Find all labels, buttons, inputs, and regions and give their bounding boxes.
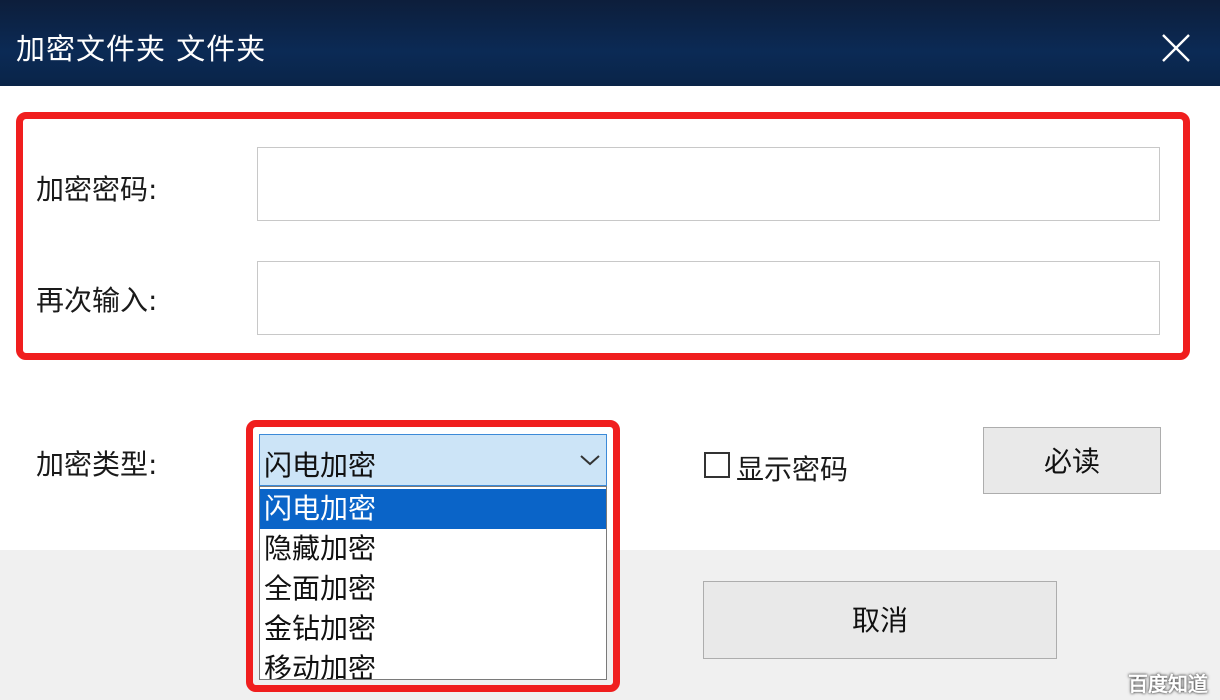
encryption-type-label: 加密类型: xyxy=(36,448,158,481)
window-titlebar: 加密文件夹 文件夹 xyxy=(0,0,1220,86)
show-password-checkbox[interactable] xyxy=(704,452,730,478)
encryption-type-select[interactable]: 闪电加密 xyxy=(259,434,607,486)
encryption-type-options: 闪电加密 隐藏加密 全面加密 金钻加密 移动加密 xyxy=(259,486,607,680)
cancel-button[interactable]: 取消 xyxy=(703,581,1057,659)
close-button[interactable] xyxy=(1156,28,1196,68)
encryption-option-lightning[interactable]: 闪电加密 xyxy=(260,489,606,529)
encryption-type-selected: 闪电加密 xyxy=(264,449,377,482)
encryption-option-diamond[interactable]: 金钻加密 xyxy=(260,609,606,649)
encryption-option-full[interactable]: 全面加密 xyxy=(260,569,606,609)
confirm-password-field[interactable] xyxy=(257,261,1160,335)
close-icon xyxy=(1162,34,1190,62)
chevron-down-icon[interactable] xyxy=(578,452,602,468)
watermark: 百度知道 xyxy=(1128,672,1208,696)
window-title: 加密文件夹 文件夹 xyxy=(16,32,267,66)
must-read-button[interactable]: 必读 xyxy=(983,427,1161,494)
show-password-label: 显示密码 xyxy=(736,453,849,486)
confirm-password-label: 再次输入: xyxy=(36,284,158,317)
password-field[interactable] xyxy=(257,147,1160,221)
encryption-option-mobile[interactable]: 移动加密 xyxy=(260,649,606,679)
encryption-option-hidden[interactable]: 隐藏加密 xyxy=(260,529,606,569)
password-label: 加密密码: xyxy=(36,173,158,206)
